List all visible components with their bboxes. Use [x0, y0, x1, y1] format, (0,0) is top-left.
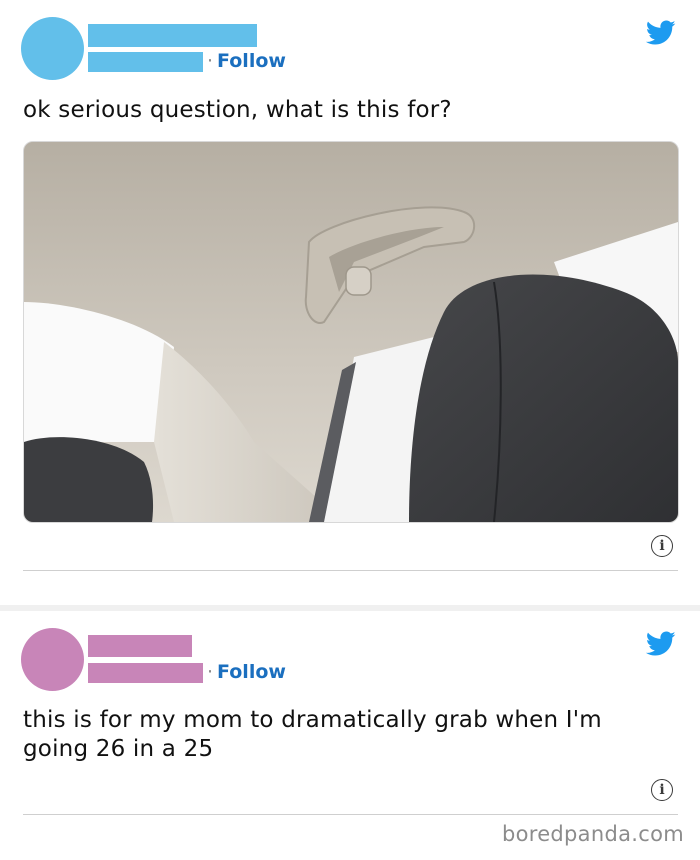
follow-separator: · — [207, 661, 214, 683]
tweet-divider — [23, 570, 678, 571]
car-interior-photo — [24, 142, 678, 522]
tweet-photo[interactable] — [23, 141, 679, 523]
follow-label: Follow — [217, 50, 286, 72]
redacted-display-name — [88, 24, 257, 47]
follow-label: Follow — [217, 661, 286, 683]
follow-button[interactable]: · Follow — [207, 50, 286, 72]
redacted-display-name — [88, 635, 192, 657]
avatar[interactable] — [21, 17, 84, 80]
redacted-handle — [88, 663, 203, 683]
tweet-card-1: · Follow ok serious question, what is thi… — [0, 0, 700, 605]
info-icon[interactable]: i — [651, 779, 673, 801]
follow-button[interactable]: · Follow — [207, 661, 286, 683]
follow-separator: · — [207, 50, 214, 72]
avatar[interactable] — [21, 628, 84, 691]
tweet-text: this is for my mom to dramatically grab … — [23, 707, 602, 762]
tweet-card-2: · Follow this is for my mom to dramatical… — [0, 611, 700, 860]
info-icon[interactable]: i — [651, 535, 673, 557]
tweet-divider — [23, 814, 678, 815]
twitter-bird-icon[interactable] — [646, 631, 676, 657]
tweet-text: ok serious question, what is this for? — [23, 97, 452, 123]
boredpanda-watermark: boredpanda.com — [501, 822, 684, 846]
redacted-handle — [88, 52, 203, 72]
twitter-bird-icon[interactable] — [646, 20, 676, 46]
